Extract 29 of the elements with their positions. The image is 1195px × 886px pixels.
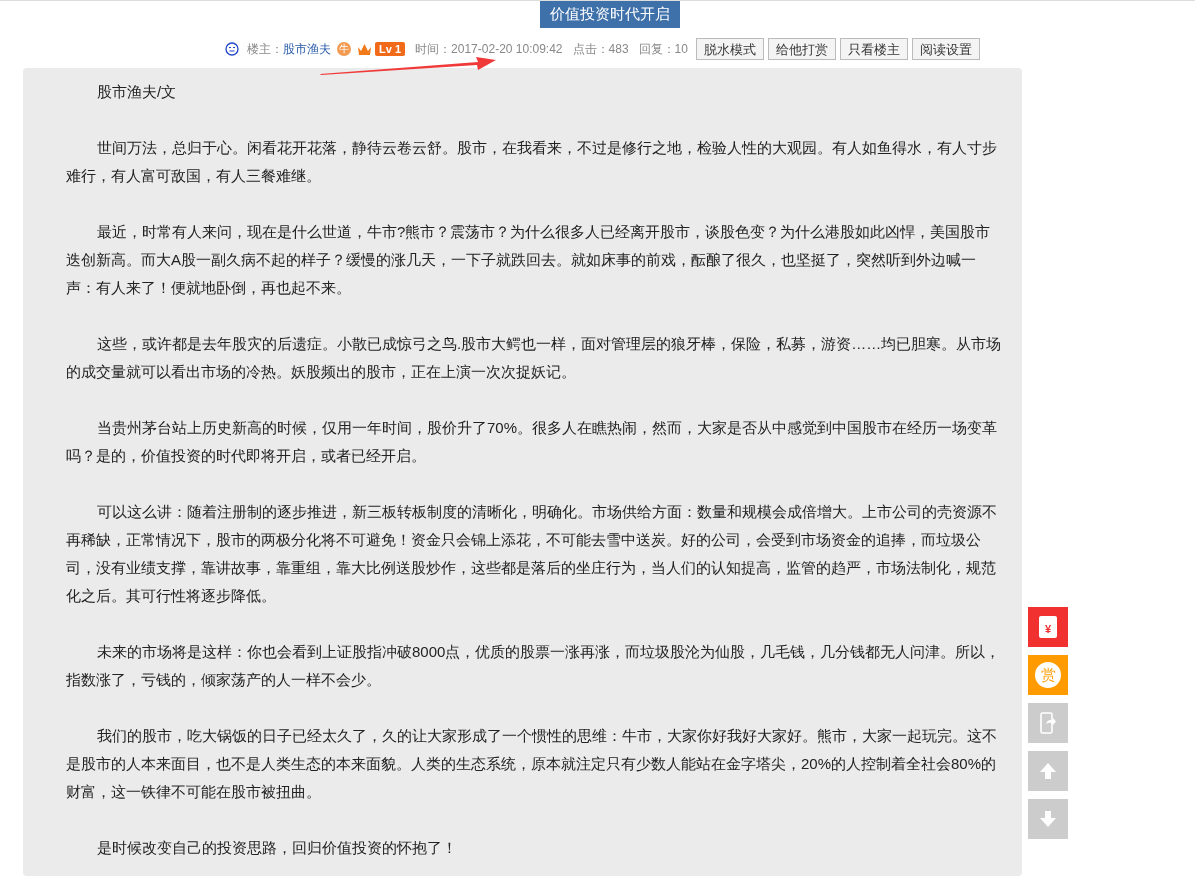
action-button[interactable]: 只看楼主 [839, 38, 908, 60]
paragraph: 最近，时常有人来问，现在是什么世道，牛市?熊市？震荡市？为什么很多人已经离开股市，谈股色变？为什么港股如此凶悍，美国股市迭创新高。而大A股一副久病不起的样子？缓慢的涨几天，一下子就跌回去。就如床事的前戏，酝酿了很久，也坚挺了，突然听到外边喊一声：有人来了！便就地卧倒，再也起不来。 [66, 222, 992, 298]
smiley-icon [225, 42, 240, 56]
paragraph: 世间万法，总归于心。闲看花开花落，静待云卷云舒。股市，在我看来，不过是修行之地，检验人性的大观园。有人如鱼得水，有人寸步难行，有人富可敌国，有人三餐难继。 [66, 138, 998, 186]
side-tool-button[interactable] [1028, 799, 1068, 839]
action-button[interactable]: 给他打赏 [767, 38, 836, 60]
paragraph: 股市渔夫/文 [96, 82, 178, 102]
crown-icon [357, 42, 373, 56]
author-link[interactable]: 股市渔夫 [283, 40, 332, 58]
action-button[interactable]: 脱水模式 [695, 38, 764, 60]
post-time: 时间：2017-02-20 10:09:42 [415, 40, 563, 58]
level-badge: Lv 1 [375, 42, 406, 56]
author-label: 楼主： [247, 40, 284, 58]
envelope-icon: ¥ [1039, 616, 1057, 638]
side-tool-button[interactable] [1028, 751, 1068, 791]
paragraph: 我们的股市，吃大锅饭的日子已经太久了，久的让大家形成了一个惯性的思维：牛市，大家你好我好大家好。熊市，大家一起玩完。这不是股市的人本来面目，也不是人类生态的本来面貌。人类的生态系统，原本就注定只有少数人能站在金字塔尖，20%的人控制着全社会80%的财富，这一铁律不可能在股市被扭曲。 [66, 726, 998, 802]
click-count: 点击：483 [572, 40, 629, 58]
action-button[interactable]: 阅读设置 [911, 38, 980, 60]
reward-icon: 赏 [1035, 662, 1061, 688]
reply-count: 回复：10 [638, 40, 688, 58]
paragraph: 可以这么讲：随着注册制的逐步推进，新三板转板制度的清晰化，明确化。市场供给方面：数量和规模会成倍增大。上市公司的壳资源不再稀缺，正常情况下，股市的两极分化将不可避免！资金只会锦上添花，不可能去雪中送炭。好的公司，会受到市场资金的追捧，而垃圾公司，没有业绩支撑，靠讲故事，靠重组，靠大比例送股炒作，这些都是落后的坐庄行为，当人们的认知提高，监管的趋严，市场法制化，规范化之后。其可行性将逐步降低。 [66, 502, 998, 606]
paragraph: 未来的市场将是这样：你也会看到上证股指冲破8000点，优质的股票一涨再涨，而垃圾股沦为仙股，几毛钱，几分钱都无人问津。所以，指数涨了，亏钱的，倾家荡产的人一样不会少。 [66, 642, 1002, 690]
paragraph: 当贵州茅台站上历史新高的时候，仅用一年时间，股价升了70%。很多人在瞧热闹，然而，大家是否从中感觉到中国股市在经历一场变革吗？是的，价值投资的时代即将开启，或者已经开启。 [66, 418, 999, 466]
side-tool-button[interactable]: ¥ [1028, 607, 1068, 647]
side-tool-button[interactable] [1028, 703, 1068, 743]
post-title: 价值投资时代开启 [540, 1, 680, 28]
author-badge: 牛 [337, 42, 352, 56]
paragraph: 是时候改变自己的投资思路，回归价值投资的怀抱了！ [96, 838, 458, 858]
paragraph: 这些，或许都是去年股灾的后遗症。小散已成惊弓之鸟.股市大鳄也一样，面对管理层的狼牙棒，保险，私募，游资……均已胆寒。从市场的成交量就可以看出市场的冷热。妖股频出的股市，正在上演一次次捉妖记。 [66, 334, 1003, 382]
